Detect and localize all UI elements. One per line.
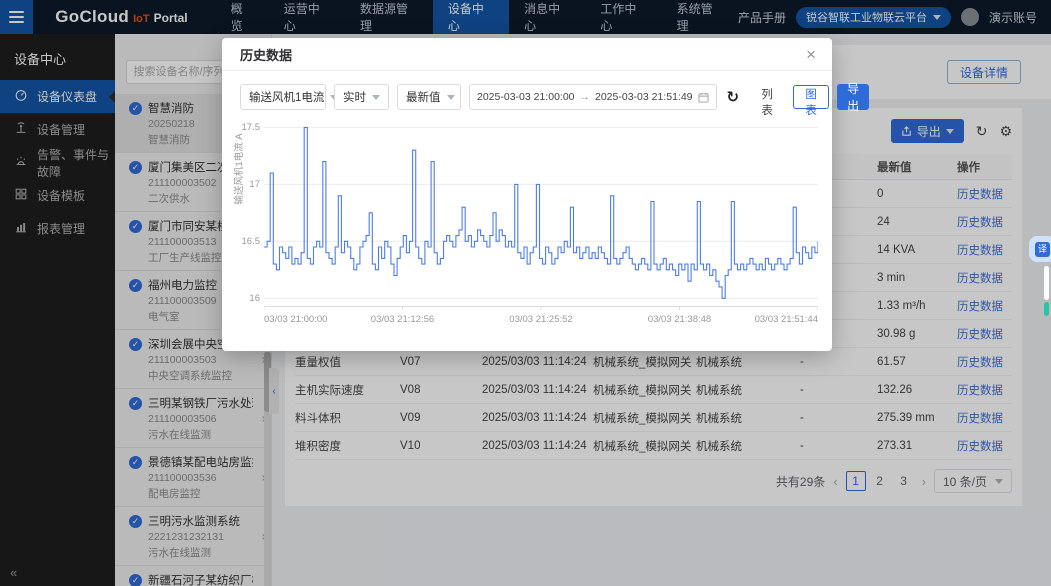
translate-icon: 译: [1035, 242, 1050, 257]
modal-header: 历史数据 ×: [222, 38, 832, 71]
date-range-arrow: →: [580, 91, 591, 103]
date-range-picker[interactable]: 2025-03-03 21:00:00 → 2025-03-03 21:51:4…: [469, 84, 717, 110]
view-list-button[interactable]: 列表: [749, 85, 785, 109]
modal-title: 历史数据: [240, 45, 292, 64]
property-select[interactable]: 输送风机1电流: [240, 84, 326, 110]
refresh-icon[interactable]: ↻: [727, 88, 740, 106]
modal-export-button[interactable]: 导出: [837, 84, 869, 110]
x-tick-label: 03/03 21:00:00: [264, 314, 327, 325]
date-start: 2025-03-03 21:00:00: [477, 91, 575, 103]
mode-select[interactable]: 实时: [334, 84, 389, 110]
calendar-icon: [698, 92, 709, 103]
y-tick-label: 17.5: [240, 122, 260, 133]
chart-x-ticks: 03/03 21:00:00 03/03 21:12:56 03/03 21:25:…: [264, 314, 818, 328]
page-scrollbar-thumb[interactable]: [1044, 266, 1049, 300]
modal-toolbar: 输送风机1电流 实时 最新值 2025-03-03 21:00:00 → 202…: [222, 84, 832, 110]
translate-extension-button[interactable]: 译: [1029, 236, 1051, 262]
value-type-select[interactable]: 最新值: [397, 84, 461, 110]
y-tick-label: 17: [240, 179, 260, 190]
chart-plot[interactable]: [264, 114, 818, 310]
x-tick-label: 03/03 21:25:52: [509, 314, 572, 325]
chevron-down-icon: [372, 95, 380, 100]
y-tick-label: 16: [240, 293, 260, 304]
page-scrollbar-mark: [1044, 302, 1049, 316]
x-tick-label: 03/03 21:38:48: [648, 314, 711, 325]
screen: GoCloud IoT Portal 概览运营中心数据源管理设备中心消息中心工作…: [0, 0, 1051, 586]
chevron-down-icon: [447, 95, 455, 100]
y-tick-label: 16.5: [240, 236, 260, 247]
view-chart-button[interactable]: 图表: [793, 85, 829, 109]
close-icon[interactable]: ×: [806, 46, 816, 63]
date-end: 2025-03-03 21:51:49: [595, 91, 693, 103]
history-data-modal: 历史数据 × 输送风机1电流 实时 最新值 2025-03-03 21:00:0…: [222, 38, 832, 351]
x-tick-label: 03/03 21:51:44: [755, 314, 818, 325]
x-tick-label: 03/03 21:12:56: [371, 314, 434, 325]
history-chart: 输送风机1电流 A 17.51716.516 03/03 21:00:0003/…: [240, 114, 818, 328]
chart-y-axis-title: 输送风机1电流 A: [231, 89, 245, 249]
